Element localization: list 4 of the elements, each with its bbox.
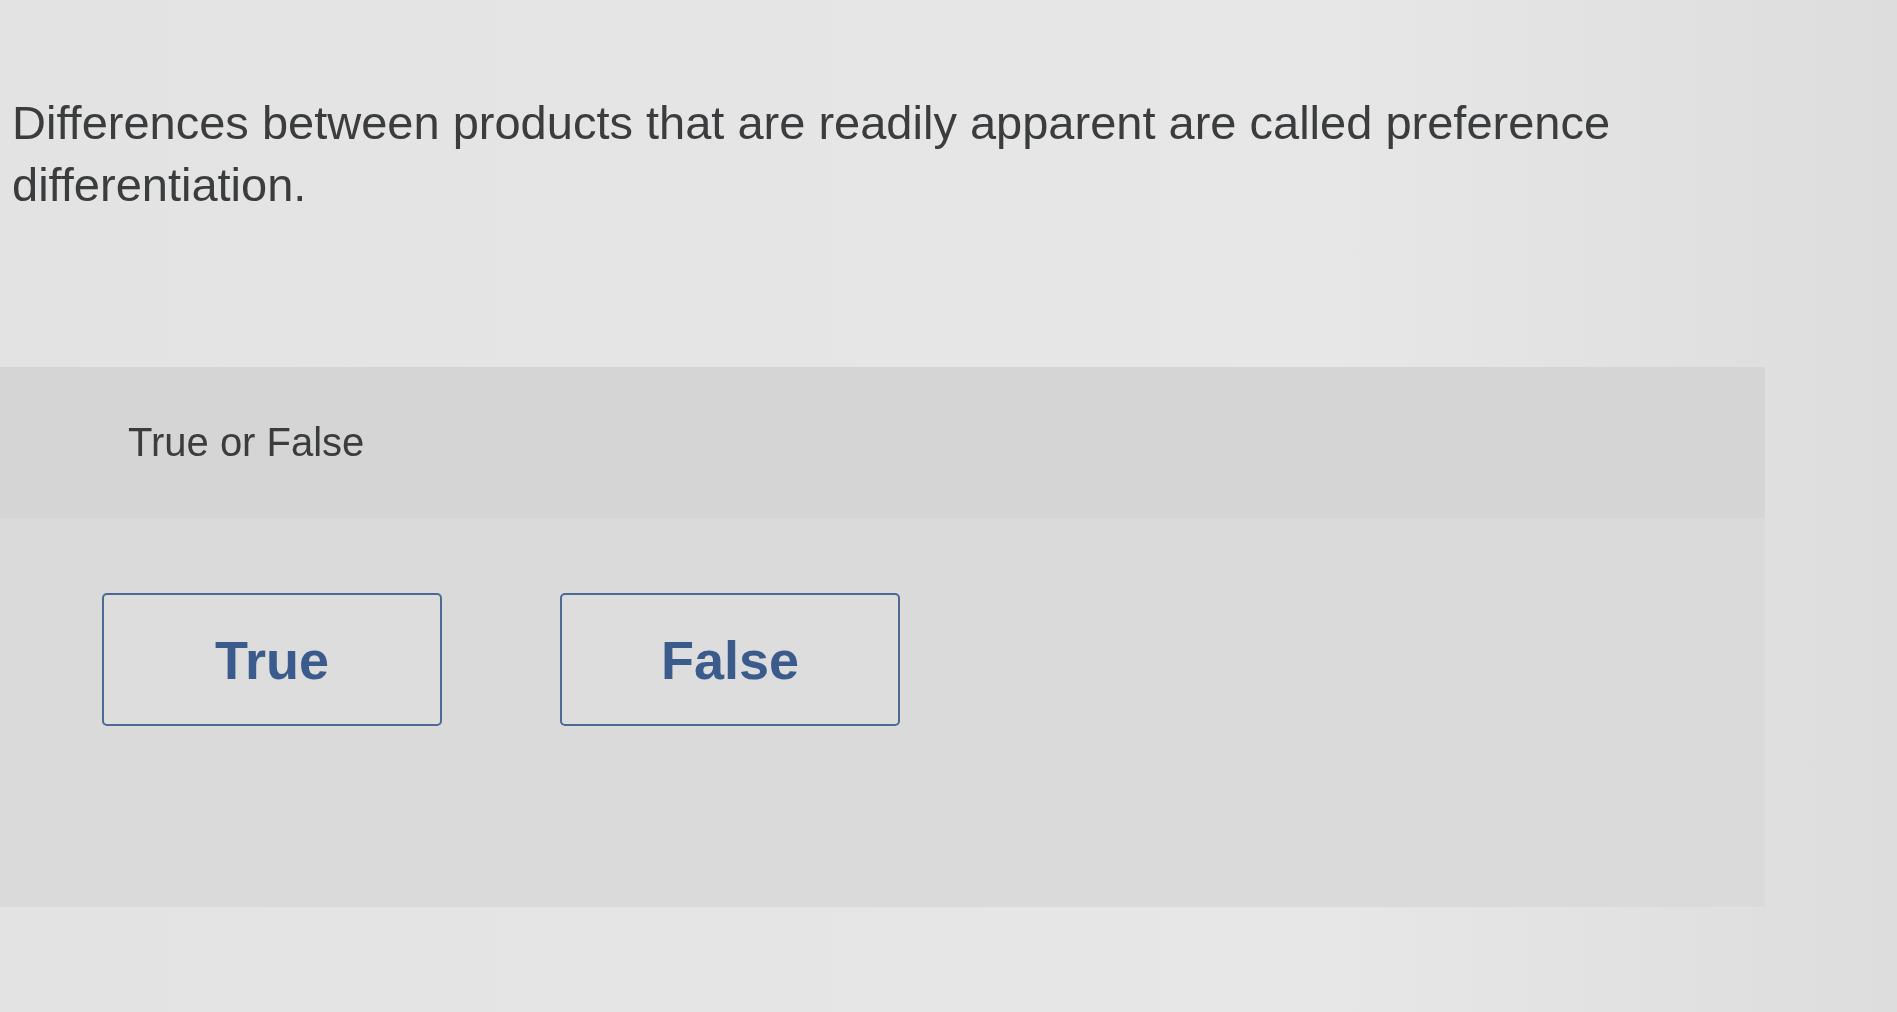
prompt-text: True or False [128,420,365,465]
question-text: Differences between products that are readily apparent are called preference differentiation. [12,95,1612,213]
answer-option[interactable]: True [102,593,442,726]
answer-option[interactable]: False [560,593,900,726]
